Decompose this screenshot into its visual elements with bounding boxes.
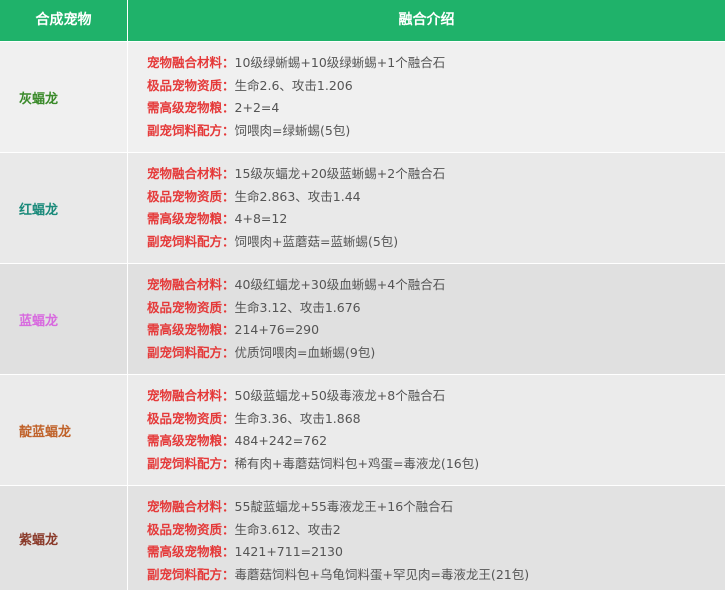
info-value: 生命2.863、攻击1.44 (234, 188, 361, 204)
info-label: 副宠饲料配方： (147, 122, 235, 138)
info-line: 需高级宠物粮：1421+711=2130 (147, 541, 529, 564)
header-pet-column: 合成宠物 (35, 12, 92, 28)
info-label: 极品宠物资质： (147, 410, 235, 426)
info-value: 15级灰蝠龙+20级蓝蜥蜴+2个融合石 (234, 166, 446, 181)
header-intro-column: 融合介绍 (398, 12, 455, 28)
info-label: 极品宠物资质： (147, 299, 235, 315)
pet-name: 紫蝠龙 (19, 532, 59, 548)
info-line: 宠物融合材料：55靛蓝蝠龙+55毒液龙王+16个融合石 (147, 496, 529, 519)
info-value: 饲喂肉+蓝蘑菇=蓝蜥蜴(5包) (234, 233, 399, 249)
pet-fusion-table: 合成宠物 融合介绍 灰蝠龙 宠物融合材料：10级绿蜥蜴+10级绿蜥蜴+1个融合石极… (0, 0, 725, 591)
column-divider (127, 375, 128, 485)
info-value: 4+8=12 (234, 211, 288, 226)
fusion-info: 宠物融合材料：15级灰蝠龙+20级蓝蜥蜴+2个融合石 极品宠物资质：生命2.863… (147, 163, 445, 253)
info-value: 稀有肉+毒蘑菇饲料包+鸡蛋=毒液龙(16包) (234, 455, 480, 471)
info-label: 需高级宠物粮： (147, 322, 235, 337)
info-line: 副宠饲料配方：稀有肉+毒蘑菇饲料包+鸡蛋=毒液龙(16包) (147, 453, 479, 476)
info-line: 极品宠物资质：生命3.36、攻击1.868 (147, 408, 479, 431)
info-value: 毒蘑菇饲料包+乌龟饲料蛋+罕见肉=毒液龙王(21包) (234, 566, 530, 582)
table-header: 合成宠物 融合介绍 (0, 0, 725, 41)
info-value: 1421+711=2130 (234, 544, 343, 559)
info-value: 214+76=290 (234, 322, 320, 337)
fusion-info: 宠物融合材料：10级绿蜥蜴+10级绿蜥蜴+1个融合石 极品宠物资质：生命2.6、攻… (147, 52, 445, 142)
info-line: 极品宠物资质：生命2.863、攻击1.44 (147, 186, 445, 209)
table-row: 灰蝠龙 宠物融合材料：10级绿蜥蜴+10级绿蜥蜴+1个融合石 极品宠物资质：生命2.… (0, 42, 725, 153)
info-line: 极品宠物资质：生命3.12、攻击1.676 (147, 297, 445, 320)
info-label: 需高级宠物粮： (147, 211, 235, 226)
info-label: 副宠饲料配方： (147, 344, 235, 360)
info-label: 宠物融合材料： (147, 277, 235, 292)
info-label: 副宠饲料配方： (147, 233, 235, 249)
info-value: 优质饲喂肉=血蜥蜴(9包) (234, 344, 376, 360)
info-label: 需高级宠物粮： (147, 544, 235, 559)
info-value: 生命3.36、攻击1.868 (234, 410, 361, 426)
info-value: 2+2=4 (234, 100, 280, 115)
info-line: 极品宠物资质：生命3.612、攻击2 (147, 519, 529, 542)
info-label: 极品宠物资质： (147, 188, 235, 204)
pet-name: 灰蝠龙 (19, 91, 59, 107)
info-value: 484+242=762 (234, 433, 328, 448)
info-label: 宠物融合材料： (147, 388, 235, 403)
info-label: 宠物融合材料： (147, 166, 235, 181)
info-label: 需高级宠物粮： (147, 433, 235, 448)
fusion-info: 宠物融合材料：55靛蓝蝠龙+55毒液龙王+16个融合石 极品宠物资质：生命3.61… (147, 496, 529, 586)
pet-name: 靛蓝蝠龙 (19, 424, 72, 440)
info-value: 50级蓝蝠龙+50级毒液龙+8个融合石 (234, 388, 446, 403)
info-line: 副宠饲料配方：毒蘑菇饲料包+乌龟饲料蛋+罕见肉=毒液龙王(21包) (147, 564, 529, 587)
info-label: 宠物融合材料： (147, 499, 235, 514)
column-divider (127, 42, 128, 152)
info-line: 宠物融合材料：40级红蝠龙+30级血蜥蜴+4个融合石 (147, 274, 445, 297)
info-line: 需高级宠物粮：214+76=290 (147, 319, 445, 342)
info-value: 生命3.612、攻击2 (234, 521, 341, 537)
info-value: 40级红蝠龙+30级血蜥蜴+4个融合石 (234, 277, 446, 292)
info-line: 副宠饲料配方：饲喂肉=绿蜥蜴(5包) (147, 120, 445, 143)
info-value: 饲喂肉=绿蜥蜴(5包) (234, 122, 351, 138)
column-divider (127, 486, 128, 590)
table-row: 紫蝠龙 宠物融合材料：55靛蓝蝠龙+55毒液龙王+16个融合石 极品宠物资质：生命3… (0, 486, 725, 591)
info-line: 需高级宠物粮：2+2=4 (147, 97, 445, 120)
info-label: 极品宠物资质： (147, 521, 235, 537)
info-line: 宠物融合材料：15级灰蝠龙+20级蓝蜥蜴+2个融合石 (147, 163, 445, 186)
fusion-info: 宠物融合材料：50级蓝蝠龙+50级毒液龙+8个融合石 极品宠物资质：生命3.36、… (147, 385, 479, 475)
pet-name: 红蝠龙 (19, 202, 59, 218)
info-line: 宠物融合材料：50级蓝蝠龙+50级毒液龙+8个融合石 (147, 385, 479, 408)
table-row: 红蝠龙 宠物融合材料：15级灰蝠龙+20级蓝蜥蜴+2个融合石 极品宠物资质：生命2.… (0, 153, 725, 264)
info-value: 55靛蓝蝠龙+55毒液龙王+16个融合石 (234, 499, 454, 514)
info-line: 需高级宠物粮：4+8=12 (147, 208, 445, 231)
info-line: 副宠饲料配方：饲喂肉+蓝蘑菇=蓝蜥蜴(5包) (147, 231, 445, 254)
fusion-info: 宠物融合材料：40级红蝠龙+30级血蜥蜴+4个融合石 极品宠物资质：生命3.12、… (147, 274, 445, 364)
table-row: 靛蓝蝠龙 宠物融合材料：50级蓝蝠龙+50级毒液龙+8个融合石 极品宠物资质：生命3… (0, 375, 725, 486)
info-label: 副宠饲料配方： (147, 566, 235, 582)
info-value: 生命2.6、攻击1.206 (234, 77, 353, 93)
info-line: 需高级宠物粮：484+242=762 (147, 430, 479, 453)
pet-name: 蓝蝠龙 (19, 313, 59, 329)
info-label: 副宠饲料配方： (147, 455, 235, 471)
info-line: 宠物融合材料：10级绿蜥蜴+10级绿蜥蜴+1个融合石 (147, 52, 445, 75)
table-row: 蓝蝠龙 宠物融合材料：40级红蝠龙+30级血蜥蜴+4个融合石 极品宠物资质：生命3.… (0, 264, 725, 375)
info-line: 副宠饲料配方：优质饲喂肉=血蜥蜴(9包) (147, 342, 445, 365)
info-value: 10级绿蜥蜴+10级绿蜥蜴+1个融合石 (234, 55, 446, 70)
info-value: 生命3.12、攻击1.676 (234, 299, 361, 315)
info-label: 宠物融合材料： (147, 55, 235, 70)
column-divider (127, 153, 128, 263)
info-label: 需高级宠物粮： (147, 100, 235, 115)
column-divider (127, 264, 128, 374)
info-line: 极品宠物资质：生命2.6、攻击1.206 (147, 75, 445, 98)
info-label: 极品宠物资质： (147, 77, 235, 93)
